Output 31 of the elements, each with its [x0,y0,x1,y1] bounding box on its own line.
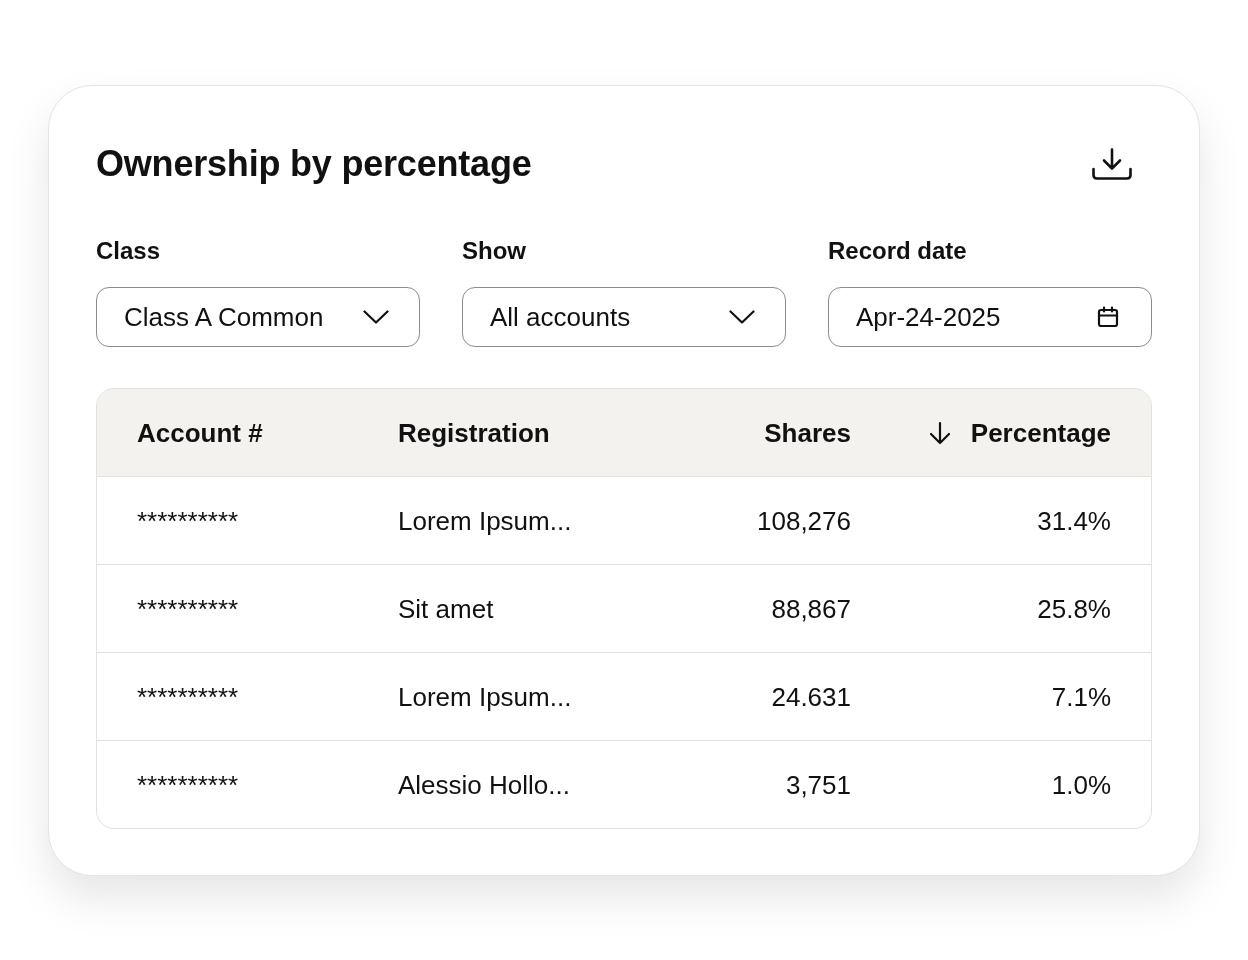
table-cell: 7.1% [1051,680,1111,713]
chevron-down-icon [729,310,755,324]
download-icon [1092,148,1132,180]
column-header[interactable]: Percentage [970,416,1111,449]
table-cell: 3,751 [785,768,851,801]
table-cell: Sit amet [398,592,494,625]
field-label: Record date [828,236,968,266]
calendar-icon [1097,306,1119,328]
table-cell: Lorem Ipsum... [398,680,572,713]
field-label: Show [462,236,527,266]
table-cell: 31.4% [1037,504,1111,537]
column-header[interactable]: Registration [398,416,550,449]
table-cell: 88,867 [771,592,851,625]
date-field[interactable]: Apr-24-2025 [828,287,1152,347]
table-cell: Lorem Ipsum... [398,504,572,537]
dropdown-select[interactable]: Class A Common [96,287,420,347]
column-header[interactable]: Account # [137,416,263,449]
table-cell: 108,276 [757,504,851,537]
table-cell: ********** [137,768,239,801]
table-cell: ********** [137,680,239,713]
field-label: Class [96,236,162,266]
chevron-down-icon [363,310,389,324]
table-cell: Alessio Hollo... [398,768,570,801]
table-cell: 1.0% [1051,768,1111,801]
table-cell: ********** [137,504,239,537]
table-cell: 24.631 [771,680,851,713]
table-cell: ********** [137,592,239,625]
table-cell: 25.8% [1037,592,1111,625]
dropdown-select[interactable]: All accounts [462,287,786,347]
card-title: Ownership by percentage [96,142,532,186]
column-header[interactable]: Shares [764,416,851,449]
